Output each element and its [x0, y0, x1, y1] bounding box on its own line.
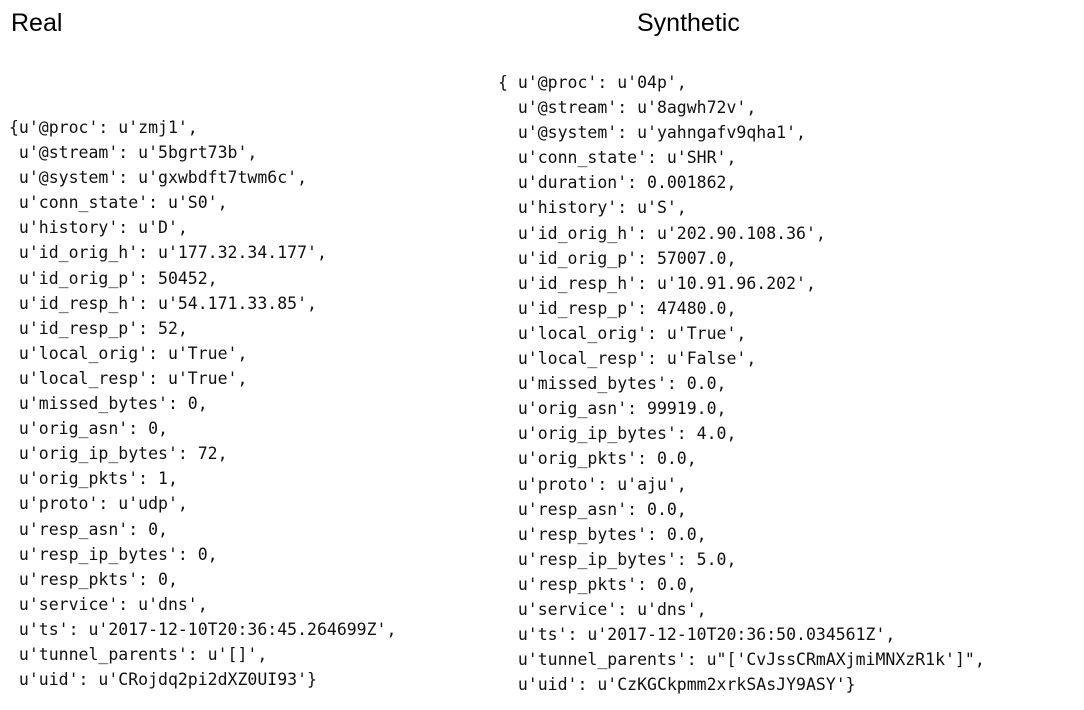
- record-line: u'resp_asn': 0,: [9, 519, 168, 539]
- record-line: u'id_resp_p': 52,: [9, 318, 188, 338]
- record-line: u'id_orig_h': u'202.90.108.36',: [498, 223, 826, 243]
- record-line: u'history': u'S',: [498, 198, 687, 218]
- record-line: u'missed_bytes': 0.0,: [498, 374, 727, 394]
- record-line: u'missed_bytes': 0,: [9, 394, 208, 414]
- record-line: u'resp_pkts': 0,: [9, 569, 178, 589]
- synthetic-heading: Synthetic: [637, 9, 740, 37]
- record-line: u'@stream': u'5bgrt73b',: [9, 143, 258, 163]
- real-heading: Real: [11, 9, 63, 37]
- record-line: u'uid': u'CzKGCkpmm2xrkSAsJY9ASY'}: [498, 675, 856, 695]
- record-line: u'id_resp_p': 47480.0,: [498, 298, 737, 318]
- record-line: u'resp_asn': 0.0,: [498, 499, 687, 519]
- record-line: u'history': u'D',: [9, 218, 188, 238]
- record-line: u'id_orig_p': 57007.0,: [498, 248, 737, 268]
- record-line: {u'@proc': u'zmj1',: [9, 118, 198, 137]
- record-line: u'orig_ip_bytes': 72,: [9, 444, 228, 464]
- record-line: u'id_resp_h': u'54.171.33.85',: [9, 293, 317, 313]
- record-line: u'@stream': u'8agwh72v',: [498, 98, 757, 118]
- record-line: u'id_orig_h': u'177.32.34.177',: [9, 243, 327, 263]
- record-line: u'resp_ip_bytes': 0,: [9, 544, 218, 564]
- record-line: u'conn_state': u'S0',: [9, 193, 228, 213]
- record-line: u'resp_pkts': 0.0,: [498, 574, 697, 594]
- record-line: u'id_orig_p': 50452,: [9, 268, 218, 288]
- record-line: u'orig_pkts': 0.0,: [498, 449, 697, 469]
- record-line: u'local_orig': u'True',: [9, 343, 248, 363]
- record-line: { u'@proc': u'04p',: [498, 73, 687, 92]
- record-line: u'service': u'dns',: [9, 594, 208, 614]
- record-line: u'local_resp': u'True',: [9, 368, 248, 388]
- record-line: u'proto': u'udp',: [9, 494, 188, 514]
- record-line: u'resp_bytes': 0.0,: [498, 524, 707, 544]
- record-line: u'orig_asn': 99919.0,: [498, 399, 727, 419]
- record-line: u'id_resp_h': u'10.91.96.202',: [498, 273, 816, 293]
- real-record: {u'@proc': u'zmj1', u'@stream': u'5bgrt7…: [9, 115, 396, 692]
- record-line: u'duration': 0.001862,: [498, 173, 737, 193]
- record-line: u'@system': u'yahngafv9qha1',: [498, 123, 806, 143]
- record-line: u'orig_pkts': 1,: [9, 469, 178, 489]
- record-line: u'ts': u'2017-12-10T20:36:50.034561Z',: [498, 625, 896, 645]
- record-line: u'local_orig': u'True',: [498, 323, 747, 343]
- record-line: u'@system': u'gxwbdft7twm6c',: [9, 168, 308, 188]
- synthetic-record: { u'@proc': u'04p', u'@stream': u'8agwh7…: [498, 70, 985, 697]
- record-line: u'proto': u'aju',: [498, 474, 687, 494]
- record-line: u'orig_asn': 0,: [9, 419, 168, 439]
- record-line: u'tunnel_parents': u"['CvJssCRmAXjmiMNXz…: [498, 650, 985, 670]
- record-line: u'service': u'dns',: [498, 599, 707, 619]
- record-line: u'conn_state': u'SHR',: [498, 148, 737, 168]
- record-line: u'orig_ip_bytes': 4.0,: [498, 424, 737, 444]
- record-line: u'ts': u'2017-12-10T20:36:45.264699Z',: [9, 619, 397, 639]
- record-line: u'tunnel_parents': u'[]',: [9, 644, 268, 664]
- record-line: u'resp_ip_bytes': 5.0,: [498, 549, 737, 569]
- record-line: u'uid': u'CRojdq2pi2dXZ0UI93'}: [9, 670, 317, 690]
- record-line: u'local_resp': u'False',: [498, 349, 757, 369]
